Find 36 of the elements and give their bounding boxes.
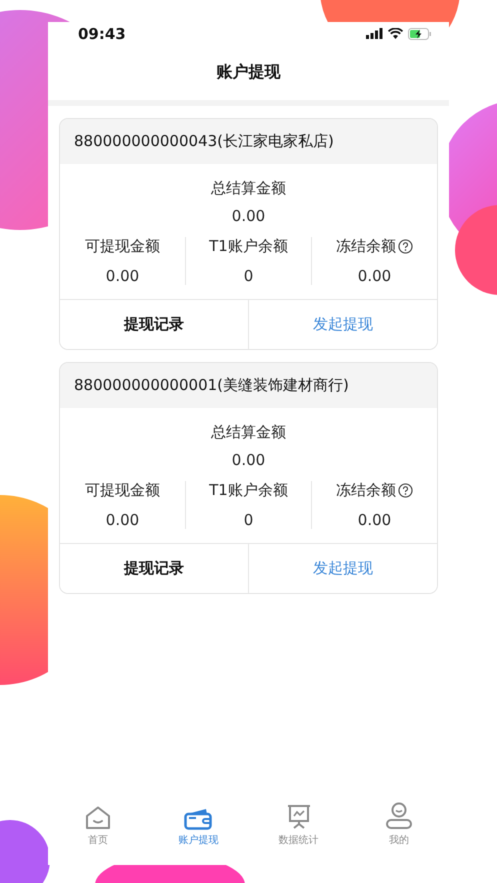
tab-item[interactable]: 数据统计	[248, 787, 349, 847]
wifi-icon	[388, 28, 403, 39]
stat-label: 可提现金额	[85, 237, 160, 256]
stat-value: 0.00	[358, 267, 392, 285]
help-icon[interactable]	[398, 239, 413, 254]
wallpaper-blob	[0, 820, 50, 883]
signal-icon	[366, 28, 383, 39]
stat-label: T1账户余额	[209, 237, 288, 256]
total-value: 0.00	[232, 207, 266, 225]
stat-label: 可提现金额	[85, 481, 160, 500]
withdraw-button[interactable]: 发起提现	[248, 300, 437, 349]
stat-value: 0.00	[106, 267, 140, 285]
total-value: 0.00	[232, 451, 266, 469]
help-icon[interactable]	[398, 483, 413, 498]
account-name: 880000000000043(长江家电家私店)	[74, 132, 334, 151]
stat-value: 0.00	[358, 511, 392, 529]
home-icon	[85, 806, 112, 830]
total-label: 总结算金额	[211, 423, 286, 442]
tab-item[interactable]: 我的	[348, 787, 449, 847]
battery-charging-icon	[408, 28, 432, 40]
total-label: 总结算金额	[211, 179, 286, 198]
presentation-chart-icon	[286, 804, 311, 830]
status-time: 09:43	[78, 24, 126, 42]
stat-label: T1账户余额	[209, 481, 288, 500]
stat-value: 0	[244, 267, 254, 285]
stat-label: 冻结余额	[336, 237, 396, 256]
stat-value: 0	[244, 511, 254, 529]
stat-value: 0.00	[106, 511, 140, 529]
page-title: 账户提现	[216, 62, 280, 83]
account-name: 880000000000001(美缝装饰建材商行)	[74, 376, 349, 395]
tab-item[interactable]: 账户提现	[148, 787, 248, 847]
tab-item[interactable]: 首页	[48, 787, 148, 847]
withdraw-button[interactable]: 发起提现	[248, 544, 437, 593]
user-icon	[384, 802, 413, 830]
wallet-icon	[184, 808, 212, 830]
stat-label: 冻结余额	[336, 481, 396, 500]
